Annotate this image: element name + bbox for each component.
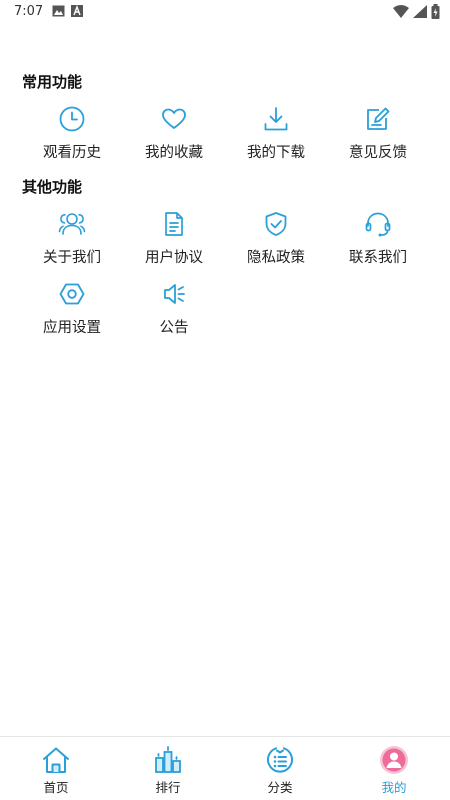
image-icon bbox=[52, 5, 65, 17]
headset-icon bbox=[365, 212, 391, 237]
privacy-policy-label: 隐私政策 bbox=[247, 250, 305, 266]
nav-category[interactable]: 分类 bbox=[224, 737, 336, 800]
history-item[interactable]: 观看历史 bbox=[21, 105, 123, 167]
status-right-icons bbox=[393, 4, 440, 19]
favorites-item[interactable]: 我的收藏 bbox=[123, 105, 225, 167]
status-bar: 7:07 bbox=[0, 0, 450, 24]
section-title-common: 常用功能 bbox=[22, 73, 83, 91]
speaker-icon bbox=[164, 284, 185, 304]
downloads-label: 我的下载 bbox=[247, 145, 305, 161]
nav-home[interactable]: 首页 bbox=[0, 737, 112, 800]
about-us-item[interactable]: 关于我们 bbox=[21, 210, 123, 272]
bottom-nav: 首页 排行 分类 我的 bbox=[0, 736, 450, 800]
user-agreement-item[interactable]: 用户协议 bbox=[123, 210, 225, 272]
clock-icon bbox=[59, 106, 85, 132]
nav-category-label: 分类 bbox=[267, 780, 293, 795]
status-left-icons bbox=[52, 5, 83, 17]
home-icon bbox=[43, 747, 69, 773]
battery-icon bbox=[431, 4, 440, 19]
text-a-icon bbox=[71, 5, 83, 17]
nav-ranking[interactable]: 排行 bbox=[112, 737, 224, 800]
contact-us-label: 联系我们 bbox=[349, 250, 407, 266]
section-title-other: 其他功能 bbox=[22, 178, 83, 196]
nav-mine[interactable]: 我的 bbox=[338, 737, 450, 800]
users-icon bbox=[58, 213, 86, 235]
document-icon bbox=[165, 212, 183, 236]
status-time: 7:07 bbox=[14, 4, 44, 19]
favorites-label: 我的收藏 bbox=[145, 145, 203, 161]
heart-icon bbox=[162, 108, 186, 129]
about-us-label: 关于我们 bbox=[43, 250, 101, 266]
nav-mine-label: 我的 bbox=[381, 780, 407, 795]
announcement-item[interactable]: 公告 bbox=[123, 280, 225, 342]
signal-icon bbox=[413, 5, 427, 18]
announcement-label: 公告 bbox=[159, 320, 189, 336]
nav-ranking-label: 排行 bbox=[155, 780, 181, 795]
download-icon bbox=[264, 107, 288, 131]
contact-us-item[interactable]: 联系我们 bbox=[327, 210, 429, 272]
app-settings-label: 应用设置 bbox=[43, 320, 101, 336]
privacy-policy-item[interactable]: 隐私政策 bbox=[225, 210, 327, 272]
wifi-icon bbox=[393, 5, 409, 18]
downloads-item[interactable]: 我的下载 bbox=[225, 105, 327, 167]
app-settings-item[interactable]: 应用设置 bbox=[21, 280, 123, 342]
shield-check-icon bbox=[265, 212, 287, 236]
feedback-label: 意见反馈 bbox=[349, 145, 407, 161]
ranking-icon bbox=[155, 746, 181, 773]
history-label: 观看历史 bbox=[43, 145, 101, 161]
feedback-item[interactable]: 意见反馈 bbox=[327, 105, 429, 167]
category-list-icon bbox=[267, 747, 293, 773]
nav-home-label: 首页 bbox=[43, 780, 69, 795]
feedback-edit-icon bbox=[367, 107, 390, 130]
user-agreement-label: 用户协议 bbox=[145, 250, 203, 266]
hexagon-settings-icon bbox=[59, 283, 85, 305]
avatar-icon bbox=[380, 746, 408, 774]
